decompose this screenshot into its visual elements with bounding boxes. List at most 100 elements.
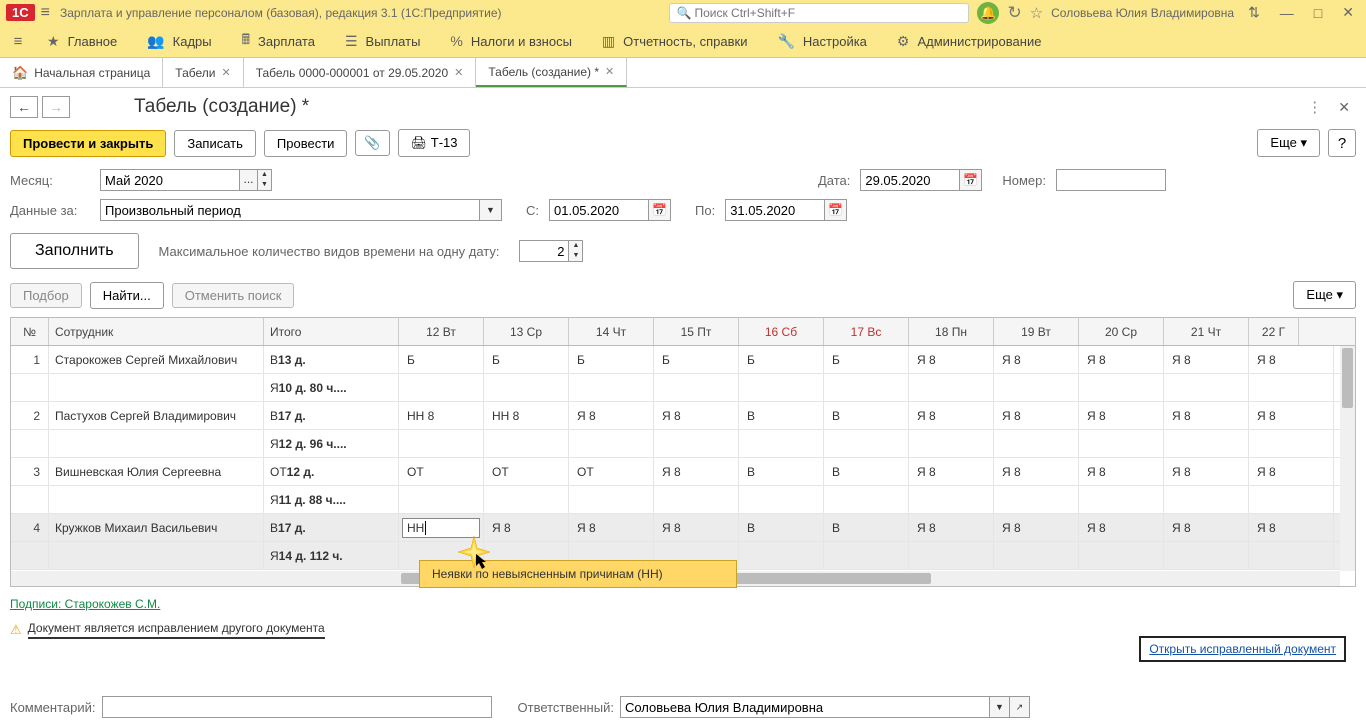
day-cell[interactable]: Я 8: [1164, 346, 1249, 373]
day-cell[interactable]: Я 8: [1249, 402, 1334, 429]
col-employee[interactable]: Сотрудник: [49, 318, 264, 345]
cancel-search-button[interactable]: Отменить поиск: [172, 283, 295, 308]
current-user[interactable]: Соловьева Юлия Владимировна: [1051, 6, 1234, 20]
vertical-scrollbar[interactable]: [1340, 346, 1355, 571]
nav-fwd-button[interactable]: →: [42, 96, 70, 118]
more-button[interactable]: Еще ▾: [1293, 281, 1356, 309]
filter-icon[interactable]: ⇅: [1242, 4, 1266, 21]
day-cell[interactable]: Я 8: [1079, 402, 1164, 429]
day-cell[interactable]: Я 8: [1164, 514, 1249, 541]
more-menu-icon[interactable]: ⋮: [1307, 98, 1322, 116]
day-cell[interactable]: В: [824, 514, 909, 541]
tab-tabeli[interactable]: Табели✕: [163, 58, 243, 87]
day-cell[interactable]: Я 8: [994, 346, 1079, 373]
close-icon[interactable]: ✕: [221, 66, 230, 79]
day-cell[interactable]: Я 8: [909, 514, 994, 541]
responsible-input[interactable]: [620, 696, 990, 718]
col-day[interactable]: 21 Чт: [1164, 318, 1249, 345]
day-cell[interactable]: Б: [399, 346, 484, 373]
day-cell[interactable]: Б: [824, 346, 909, 373]
find-button[interactable]: Найти...: [90, 282, 164, 309]
col-day[interactable]: 14 Чт: [569, 318, 654, 345]
nav-back-button[interactable]: ←: [10, 96, 38, 118]
minimize-button[interactable]: —: [1274, 5, 1300, 21]
day-cell[interactable]: Я 8: [654, 514, 739, 541]
day-cell[interactable]: ОТ: [569, 458, 654, 485]
max-types-input[interactable]: [519, 240, 569, 262]
col-total[interactable]: Итого: [264, 318, 399, 345]
tab-home[interactable]: 🏠Начальная страница: [0, 58, 163, 87]
month-picker-button[interactable]: ...: [240, 169, 258, 191]
history-icon[interactable]: ↻: [1007, 3, 1021, 23]
day-cell[interactable]: Я 8: [1164, 458, 1249, 485]
day-cell[interactable]: В: [739, 458, 824, 485]
attach-button[interactable]: 📎: [355, 130, 389, 156]
to-input[interactable]: [725, 199, 825, 221]
from-input[interactable]: [549, 199, 649, 221]
close-button[interactable]: ✕: [1336, 4, 1360, 21]
day-cell[interactable]: В: [739, 402, 824, 429]
day-cell[interactable]: Я 8: [994, 402, 1079, 429]
employee-cell[interactable]: Старокожев Сергей Михайлович: [49, 346, 264, 373]
col-day[interactable]: 19 Вт: [994, 318, 1079, 345]
table-row[interactable]: 2Пастухов Сергей ВладимировичВ 17 д.НН 8…: [11, 402, 1355, 430]
menu-kadry[interactable]: 👥Кадры: [132, 25, 226, 57]
day-cell[interactable]: Я 8: [484, 514, 569, 541]
day-cell[interactable]: Я 8: [1164, 402, 1249, 429]
tab-tabel-doc[interactable]: Табель 0000-000001 от 29.05.2020✕: [244, 58, 477, 87]
day-cell[interactable]: Я 8: [1079, 514, 1164, 541]
more-button[interactable]: Еще ▾: [1257, 129, 1320, 157]
day-cell[interactable]: Я 8: [1249, 514, 1334, 541]
col-day[interactable]: 12 Вт: [399, 318, 484, 345]
signatures-link[interactable]: Подписи: Старокожев С.М.: [10, 597, 160, 611]
day-cell[interactable]: Б: [654, 346, 739, 373]
menu-vyplaty[interactable]: ☰Выплаты: [330, 25, 435, 57]
table-row[interactable]: 3Вишневская Юлия СергеевнаОТ 12 д.ОТОТОТ…: [11, 458, 1355, 486]
write-button[interactable]: Записать: [174, 130, 256, 157]
search-input[interactable]: [678, 6, 946, 20]
month-input[interactable]: [100, 169, 240, 191]
day-cell[interactable]: ОТ: [484, 458, 569, 485]
calendar-icon[interactable]: 📅: [960, 169, 982, 191]
menu-otchet[interactable]: ▥Отчетность, справки: [587, 25, 763, 57]
open-ref-icon[interactable]: ↗: [1010, 696, 1030, 718]
day-cell[interactable]: Я 8: [994, 514, 1079, 541]
dropdown-icon[interactable]: ▼: [480, 199, 502, 221]
open-corrected-link[interactable]: Открыть исправленный документ: [1149, 642, 1336, 656]
menu-nalogi[interactable]: %Налоги и взносы: [435, 25, 587, 57]
col-day[interactable]: 17 Вс: [824, 318, 909, 345]
maximize-button[interactable]: □: [1308, 5, 1328, 21]
employee-cell[interactable]: Кружков Михаил Васильевич: [49, 514, 264, 541]
day-cell[interactable]: Б: [484, 346, 569, 373]
bell-icon[interactable]: 🔔: [977, 2, 999, 24]
star-icon[interactable]: ☆: [1030, 4, 1043, 22]
menu-burger-icon[interactable]: ≡: [4, 33, 32, 50]
day-cell[interactable]: Я 8: [654, 402, 739, 429]
day-cell[interactable]: Я 8: [909, 346, 994, 373]
day-cell[interactable]: НН 8: [399, 402, 484, 429]
day-cell[interactable]: Я 8: [994, 458, 1079, 485]
day-cell[interactable]: Я 8: [1249, 346, 1334, 373]
close-icon[interactable]: ✕: [605, 65, 614, 78]
help-button[interactable]: ?: [1328, 129, 1356, 157]
day-cell[interactable]: НН 8: [484, 402, 569, 429]
date-input[interactable]: [860, 169, 960, 191]
menu-main[interactable]: ★Главное: [32, 25, 132, 57]
table-row[interactable]: Я 10 д. 80 ч....: [11, 374, 1355, 402]
day-cell[interactable]: Б: [569, 346, 654, 373]
day-cell[interactable]: В: [824, 458, 909, 485]
data-for-select[interactable]: [100, 199, 480, 221]
fill-button[interactable]: Заполнить: [10, 233, 139, 269]
day-cell[interactable]: Б: [739, 346, 824, 373]
day-cell[interactable]: Я 8: [569, 514, 654, 541]
day-cell[interactable]: Я 8: [569, 402, 654, 429]
print-button[interactable]: 🖨 Т-13: [398, 129, 471, 157]
employee-cell[interactable]: Пастухов Сергей Владимирович: [49, 402, 264, 429]
menu-admin[interactable]: ⚙Администрирование: [882, 25, 1057, 57]
max-types-spin[interactable]: ▲▼: [569, 240, 583, 262]
day-cell[interactable]: Я 8: [909, 458, 994, 485]
number-input[interactable]: [1056, 169, 1166, 191]
day-cell[interactable]: Я 8: [654, 458, 739, 485]
day-cell[interactable]: Я 8: [909, 402, 994, 429]
day-cell[interactable]: ОТ: [399, 458, 484, 485]
